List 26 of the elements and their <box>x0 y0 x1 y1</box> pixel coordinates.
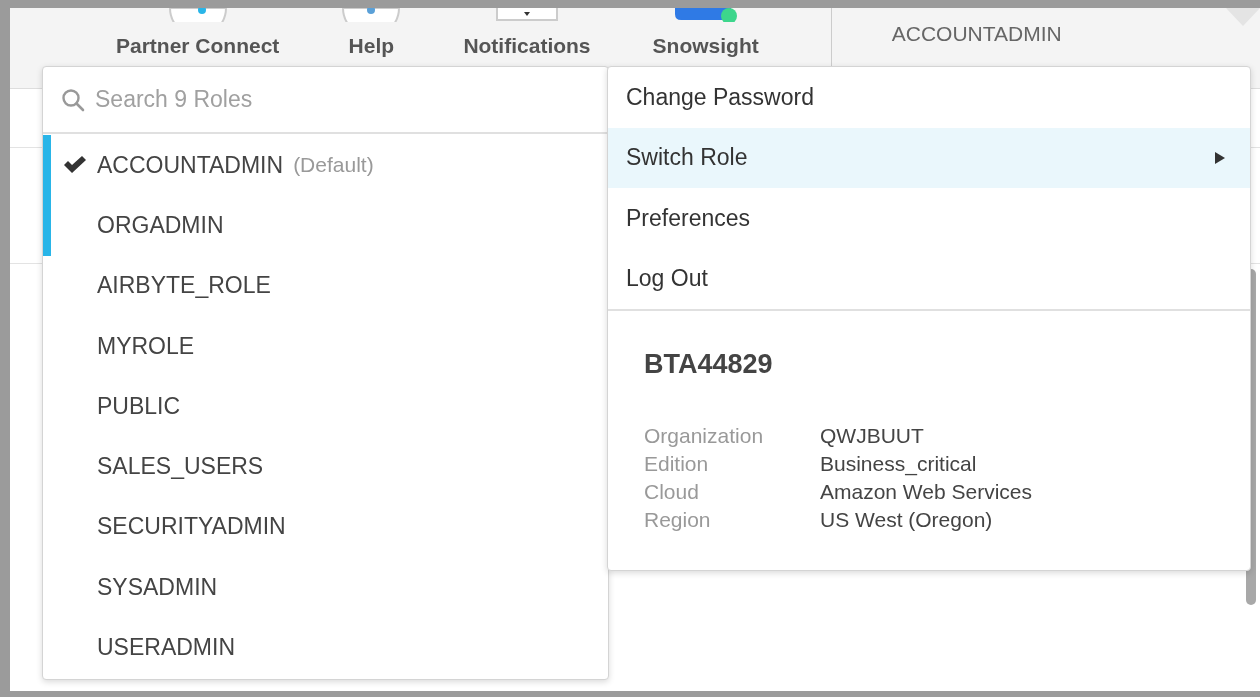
toolbar-button[interactable]: Notifications <box>463 8 591 74</box>
toolbar-button[interactable]: Help <box>341 8 402 74</box>
detail-value: Amazon Web Services <box>820 480 1034 504</box>
search-icon <box>61 87 85 112</box>
role-item[interactable]: AIRBYTE_ROLE <box>43 255 608 316</box>
role-item[interactable]: SALES_USERS <box>43 436 608 497</box>
role-item[interactable]: USERADMIN <box>43 617 608 678</box>
search-field[interactable]: Search 9 Roles <box>93 85 537 114</box>
account-name: BTA44829 <box>644 349 774 380</box>
toggle-icon <box>672 8 739 22</box>
menu-item[interactable]: Log Out <box>608 248 1250 309</box>
detail-label: Region <box>644 508 712 532</box>
role-item[interactable]: SYSADMIN <box>43 557 608 618</box>
role-item[interactable]: SECURITYADMIN <box>43 496 608 558</box>
detail-label: Edition <box>644 452 710 476</box>
role-item[interactable]: MYROLE <box>43 315 608 377</box>
menu-item[interactable]: Switch Role <box>608 127 1250 188</box>
default-label: (Default) <box>293 153 374 178</box>
role-item[interactable]: PUBLIC <box>43 376 608 437</box>
toolbar-button[interactable]: Partner Connect <box>116 8 280 74</box>
detail-value: Business_critical <box>820 452 978 476</box>
menu-item[interactable]: Preferences <box>608 188 1250 249</box>
detail-value: US West (Oregon) <box>820 508 994 532</box>
detail-value: QWJBUUT <box>820 424 925 448</box>
detail-label: Organization <box>644 424 765 448</box>
detail-label: Cloud <box>644 480 700 504</box>
